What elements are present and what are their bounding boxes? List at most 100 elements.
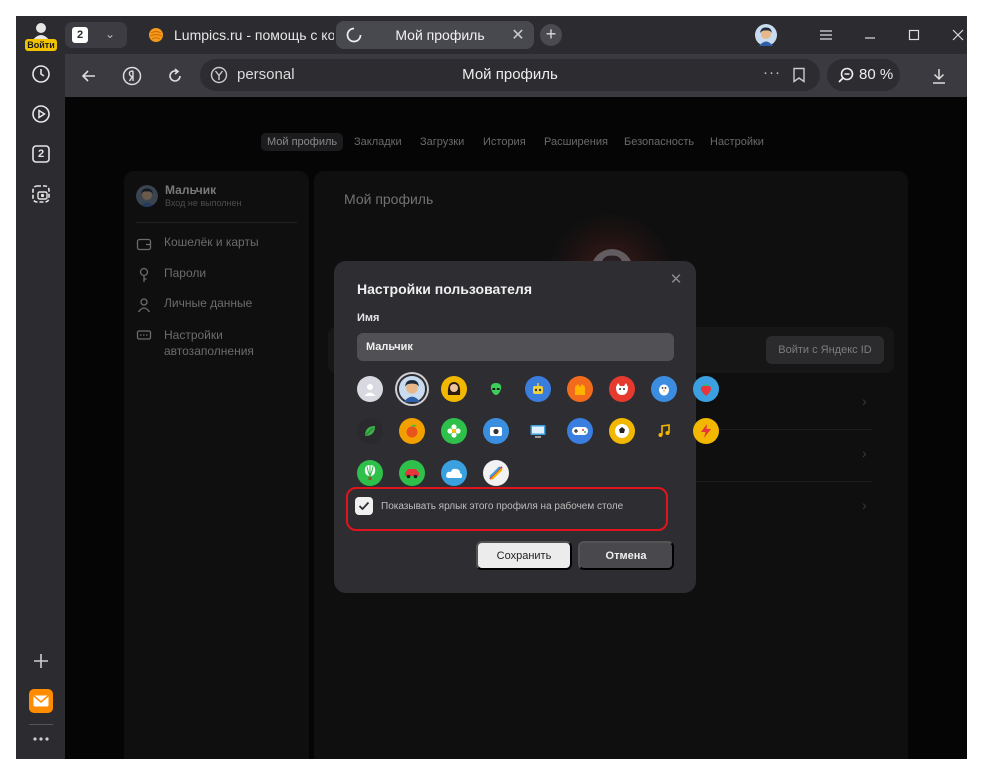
- sidebar-item-autofill[interactable]: Настройки автозаполнения: [136, 327, 276, 359]
- tabs-counter-button[interactable]: 2: [28, 141, 54, 167]
- cloud-icon: [445, 466, 463, 480]
- avatar-option-monitor[interactable]: [525, 418, 551, 444]
- cancel-button[interactable]: Отмена: [578, 541, 674, 570]
- login-yandex-id-button[interactable]: Войти с Яндекс ID: [766, 336, 884, 364]
- orange-fruit-icon: [404, 423, 420, 439]
- back-button[interactable]: [77, 64, 101, 88]
- avatar-option-bird[interactable]: [651, 376, 677, 402]
- person-icon: [137, 298, 151, 313]
- url-field[interactable]: personal Мой профиль ···: [200, 59, 820, 91]
- profile-sidebar: Мальчик Вход не выполнен Кошелёк и карты…: [124, 171, 309, 759]
- close-window-button[interactable]: [947, 24, 967, 46]
- more-dots-icon[interactable]: ···: [763, 64, 781, 81]
- media-button[interactable]: [28, 101, 54, 127]
- avatar-option-rainbow[interactable]: [483, 460, 509, 486]
- default-person-icon: [362, 381, 378, 397]
- nav-my-profile[interactable]: Мой профиль: [261, 133, 344, 151]
- zoom-indicator[interactable]: 80 %: [827, 59, 900, 91]
- avatar-option-lightning[interactable]: [693, 418, 719, 444]
- alien-icon: [488, 381, 504, 397]
- name-input[interactable]: [357, 333, 674, 361]
- avatar-option-car[interactable]: [399, 460, 425, 486]
- avatar-option-girl[interactable]: [441, 376, 467, 402]
- nav-downloads[interactable]: Загрузки: [414, 133, 470, 151]
- yandex-logo-icon: [122, 66, 142, 86]
- reload-button[interactable]: [163, 64, 187, 88]
- avatar-option-orange-fruit[interactable]: [399, 418, 425, 444]
- tab-my-profile[interactable]: Мой профиль ✕: [336, 21, 534, 49]
- boy-icon: [399, 376, 425, 402]
- avatar-option-flower[interactable]: [441, 418, 467, 444]
- wallet-icon: [136, 238, 152, 251]
- history-icon: [32, 65, 50, 83]
- avatar-option-camera[interactable]: [483, 418, 509, 444]
- history-button[interactable]: [28, 61, 54, 87]
- avatar-option-strawberry[interactable]: [693, 376, 719, 402]
- mail-icon: [33, 695, 49, 707]
- balloon-icon: [362, 464, 378, 482]
- sidebar-item-wallet[interactable]: Кошелёк и карты: [136, 235, 259, 252]
- boy-avatar-icon: [136, 185, 158, 207]
- desktop-shortcut-option[interactable]: Показывать ярлык этого профиля на рабоче…: [355, 497, 623, 515]
- car-icon: [403, 466, 421, 480]
- avatar-option-robot[interactable]: [525, 376, 551, 402]
- avatar-option-cloud[interactable]: [441, 460, 467, 486]
- desktop-shortcut-checkbox[interactable]: [355, 497, 373, 515]
- avatar-option-leaf[interactable]: [357, 418, 383, 444]
- avatar-option-fox-hand[interactable]: [567, 376, 593, 402]
- browser-window: Войти 2 2 ⌄ Lumpics.ru - помощь с ко Мой…: [16, 16, 967, 759]
- avatar-option-music-note[interactable]: [651, 418, 677, 444]
- close-dialog-icon[interactable]: ✕: [668, 272, 684, 288]
- plus-icon: [34, 654, 48, 668]
- tab-title: Lumpics.ru - помощь с ко: [174, 27, 334, 43]
- nav-security[interactable]: Безопасность: [618, 133, 700, 151]
- more-button[interactable]: [28, 728, 54, 750]
- login-button[interactable]: Войти: [25, 21, 57, 51]
- cat-red-icon: [614, 381, 630, 397]
- maximize-button[interactable]: [903, 24, 925, 46]
- tab-lumpics[interactable]: Lumpics.ru - помощь с ко: [138, 21, 334, 49]
- downloads-button[interactable]: [927, 64, 951, 88]
- avatar-option-boy[interactable]: [399, 376, 425, 402]
- close-tab-icon[interactable]: ✕: [508, 25, 528, 45]
- avatar-option-default-person[interactable]: [357, 376, 383, 402]
- nav-extensions[interactable]: Расширения: [538, 133, 614, 151]
- divider: [136, 222, 297, 223]
- avatar-option-soccer-ball[interactable]: [609, 418, 635, 444]
- save-button[interactable]: Сохранить: [476, 541, 572, 570]
- dialog-title: Настройки пользователя: [357, 281, 532, 297]
- sidebar-item-personal-data[interactable]: Личные данные: [136, 296, 252, 313]
- new-tab-button[interactable]: +: [540, 24, 562, 46]
- sidebar-item-passwords[interactable]: Пароли: [136, 266, 206, 283]
- sidebar-item-label: Настройки автозаполнения: [164, 328, 254, 358]
- autofill-icon: [136, 330, 152, 340]
- nav-settings[interactable]: Настройки: [704, 133, 770, 151]
- flower-icon: [446, 423, 462, 439]
- avatar-option-alien[interactable]: [483, 376, 509, 402]
- chevron-right-icon: ›: [862, 393, 867, 409]
- yandex-button[interactable]: [120, 64, 144, 88]
- login-label: Войти: [25, 39, 57, 51]
- menu-button[interactable]: [815, 24, 837, 46]
- bookmark-icon[interactable]: [792, 67, 806, 83]
- add-sidebar-item-button[interactable]: [28, 648, 54, 674]
- profile-avatar-button[interactable]: [755, 24, 777, 46]
- tab-count-button[interactable]: 2 ⌄: [65, 22, 127, 48]
- settings-nav: Мой профиль Закладки Загрузки История Ра…: [65, 133, 967, 153]
- mail-button[interactable]: [29, 689, 53, 713]
- minimize-icon: [865, 37, 875, 39]
- avatar-option-cat-red[interactable]: [609, 376, 635, 402]
- nav-history[interactable]: История: [477, 133, 532, 151]
- monitor-icon: [529, 423, 547, 439]
- loading-spinner-icon: [346, 27, 362, 43]
- avatar-option-gamepad[interactable]: [567, 418, 593, 444]
- avatar-option-balloon[interactable]: [357, 460, 383, 486]
- minimize-button[interactable]: [859, 24, 881, 46]
- chevron-right-icon: ›: [862, 445, 867, 461]
- sidebar-divider: [29, 724, 53, 725]
- download-icon: [933, 69, 945, 84]
- zoom-icon: [838, 67, 854, 83]
- tab-count-value: 2: [72, 27, 88, 43]
- screenshot-button[interactable]: [28, 181, 54, 207]
- nav-bookmarks[interactable]: Закладки: [348, 133, 408, 151]
